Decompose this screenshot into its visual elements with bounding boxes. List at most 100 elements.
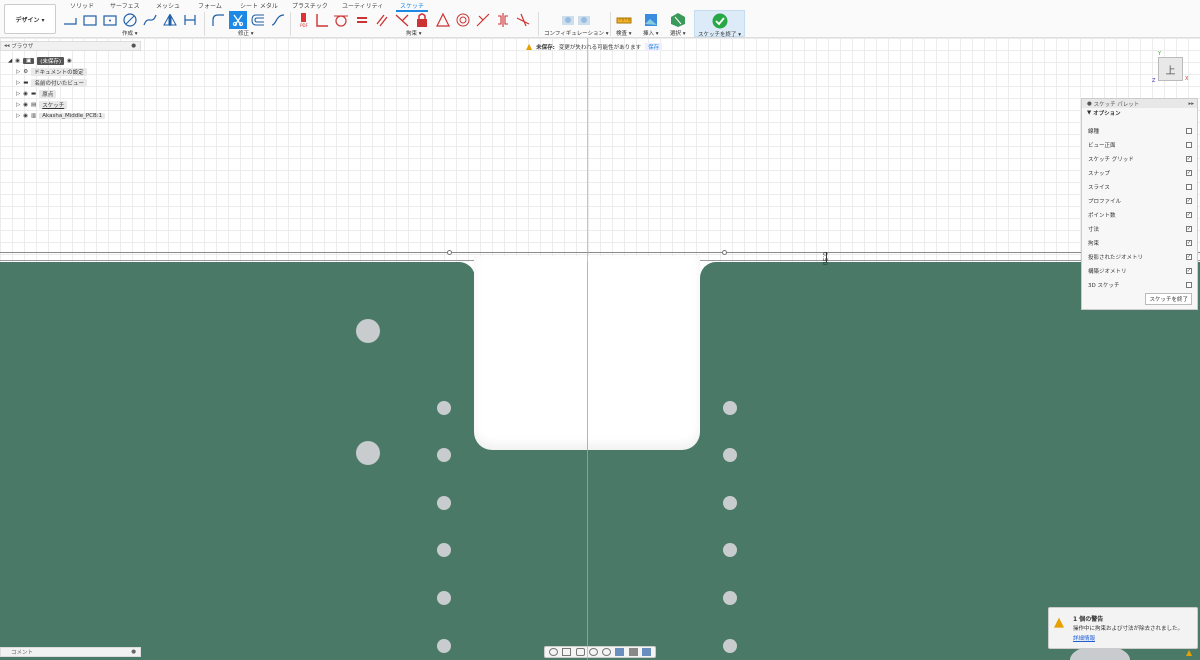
symmetry-icon[interactable] xyxy=(495,12,511,28)
tree-item-doc-settings[interactable]: ▷ ⚙ ドキュメントの設定 xyxy=(16,67,87,76)
expand-icon[interactable]: ◢ xyxy=(8,58,12,64)
insert-image-icon[interactable] xyxy=(643,12,659,28)
center-rectangle-icon[interactable] xyxy=(102,12,118,28)
warning-notification[interactable]: ▲ 1 個の警告 操作中に拘束および寸法が除去されました。 詳細情報 xyxy=(1048,607,1198,649)
palette-option-checkbox[interactable] xyxy=(1186,184,1192,190)
pin-hole[interactable] xyxy=(437,543,451,557)
measure-icon[interactable] xyxy=(616,12,632,28)
palette-option-row[interactable]: スケッチ グリッド ✓ xyxy=(1088,154,1192,164)
constraints-group-label[interactable]: 拘束 ▾ xyxy=(406,29,422,37)
palette-option-row[interactable]: 線種 xyxy=(1088,126,1192,136)
pan-icon[interactable] xyxy=(575,648,585,656)
fix-icon[interactable] xyxy=(515,12,531,28)
browser-panel-header[interactable]: ◂◂ ブラウザ ● xyxy=(0,41,141,51)
concentric-icon[interactable] xyxy=(455,12,471,28)
tab-sketch[interactable]: スケッチ xyxy=(396,1,429,12)
palette-option-checkbox[interactable]: ✓ xyxy=(1186,156,1192,162)
palette-option-checkbox[interactable] xyxy=(1186,128,1192,134)
palette-option-row[interactable]: 拘束 ✓ xyxy=(1088,238,1192,248)
select-group-label[interactable]: 選択 ▾ xyxy=(670,29,686,37)
expand-icon[interactable]: ▷ xyxy=(16,91,20,97)
fillet-icon[interactable] xyxy=(210,12,226,28)
line-icon[interactable] xyxy=(62,12,78,28)
tab-solid[interactable]: ソリッド xyxy=(70,1,94,10)
modify-group-label[interactable]: 修正 ▾ xyxy=(238,29,254,37)
expand-icon[interactable]: ▷ xyxy=(16,69,20,75)
expand-panel-icon[interactable]: ▸▸ xyxy=(1188,101,1194,107)
palette-option-row[interactable]: ポイント数 ✓ xyxy=(1088,210,1192,220)
comments-panel[interactable]: コメント ● xyxy=(0,647,141,657)
palette-option-checkbox[interactable] xyxy=(1186,142,1192,148)
palette-option-row[interactable]: スナップ ✓ xyxy=(1088,168,1192,178)
mirror-icon[interactable] xyxy=(162,12,178,28)
palette-option-row[interactable]: プロファイル ✓ xyxy=(1088,196,1192,206)
pin-hole[interactable] xyxy=(723,591,737,605)
orbit-icon[interactable] xyxy=(549,648,559,656)
tab-surface[interactable]: サーフェス xyxy=(110,1,140,10)
look-at-icon[interactable] xyxy=(562,648,572,656)
palette-option-checkbox[interactable]: ✓ xyxy=(1186,170,1192,176)
configuration-icon[interactable] xyxy=(560,12,592,28)
select-icon[interactable] xyxy=(670,12,686,28)
viewcube[interactable]: 上 xyxy=(1158,57,1183,81)
display-settings-icon[interactable] xyxy=(615,648,625,656)
midpoint-icon[interactable] xyxy=(435,12,451,28)
dimension-label[interactable]: 0.50 xyxy=(821,252,828,265)
palette-finish-sketch-button[interactable]: スケッチを終了 xyxy=(1145,293,1192,305)
zoom-icon[interactable] xyxy=(588,648,598,656)
palette-option-row[interactable]: 投影されたジオメトリ ✓ xyxy=(1088,252,1192,262)
warning-status-icon[interactable]: ▲ xyxy=(1186,648,1192,657)
collapse-icon[interactable]: ◂◂ xyxy=(4,43,11,49)
parallel-icon[interactable] xyxy=(374,12,390,28)
palette-option-row[interactable]: スライス xyxy=(1088,182,1192,192)
tree-item-origin[interactable]: ▷ ◉ ▬ 原点 xyxy=(16,89,57,98)
finish-sketch-button[interactable]: スケッチを終了 ▾ xyxy=(694,10,745,38)
eye-icon[interactable]: ◉ xyxy=(23,91,28,97)
palette-option-checkbox[interactable] xyxy=(1186,282,1192,288)
palette-option-checkbox[interactable]: ✓ xyxy=(1186,240,1192,246)
coincident-icon[interactable] xyxy=(314,12,330,28)
pin-icon[interactable]: ● xyxy=(131,43,136,49)
warning-details-link[interactable]: 詳細情報 xyxy=(1073,634,1095,642)
tab-form[interactable]: フォーム xyxy=(198,1,222,10)
tree-item-root[interactable]: ◢ ◉ ▣ (未保存) ◉ xyxy=(8,56,72,65)
offset-icon[interactable] xyxy=(250,12,266,28)
grid-settings-icon[interactable] xyxy=(628,648,638,656)
pin-hole[interactable] xyxy=(723,401,737,415)
tangent-icon[interactable] xyxy=(333,12,349,28)
pin-hole[interactable] xyxy=(437,591,451,605)
dimension-bar-icon[interactable] xyxy=(182,12,198,28)
record-icon[interactable]: ◉ xyxy=(67,58,72,64)
palette-option-checkbox[interactable]: ✓ xyxy=(1186,254,1192,260)
tab-mesh[interactable]: メッシュ xyxy=(156,1,180,10)
tab-plastic[interactable]: プラスチック xyxy=(292,1,328,10)
tab-sheet-metal[interactable]: シート メタル xyxy=(240,1,278,10)
sketch-point[interactable] xyxy=(447,250,452,255)
pin-hole[interactable] xyxy=(437,496,451,510)
workspace-dropdown[interactable]: デザイン ▾ xyxy=(4,4,56,34)
eye-icon[interactable]: ◉ xyxy=(15,58,20,64)
palette-option-checkbox[interactable]: ✓ xyxy=(1186,268,1192,274)
pin-hole[interactable] xyxy=(437,639,451,653)
tree-item-component[interactable]: ▷ ◉ ▥ Akasha_Middle_PCB:1 xyxy=(16,111,106,120)
pdf-icon[interactable]: PDF xyxy=(296,12,312,28)
pin-hole[interactable] xyxy=(723,496,737,510)
inspect-group-label[interactable]: 検査 ▾ xyxy=(616,29,632,37)
palette-option-row[interactable]: 構築ジオメトリ ✓ xyxy=(1088,266,1192,276)
pin-icon[interactable]: ● xyxy=(131,649,136,655)
save-button[interactable]: 保存 xyxy=(645,42,663,51)
palette-option-checkbox[interactable]: ✓ xyxy=(1186,226,1192,232)
sketch-point[interactable] xyxy=(722,250,727,255)
curve-icon[interactable] xyxy=(270,12,286,28)
pin-hole[interactable] xyxy=(437,401,451,415)
expand-icon[interactable]: ▷ xyxy=(16,113,20,119)
collinear-icon[interactable] xyxy=(475,12,491,28)
perpendicular-icon[interactable] xyxy=(394,12,410,28)
pin-hole[interactable] xyxy=(723,543,737,557)
palette-option-row[interactable]: ビュー正面 xyxy=(1088,140,1192,150)
equal-icon[interactable] xyxy=(354,12,370,28)
tree-item-named-views[interactable]: ▷ ▬ 名前の付いたビュー xyxy=(16,78,87,87)
expand-icon[interactable]: ▷ xyxy=(16,80,20,86)
eye-icon[interactable]: ◉ xyxy=(23,102,28,108)
trim-icon[interactable] xyxy=(229,11,247,29)
